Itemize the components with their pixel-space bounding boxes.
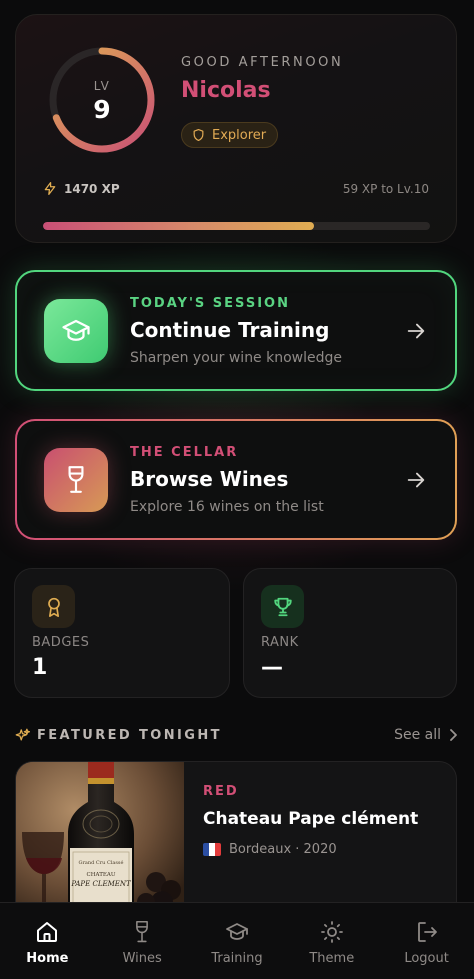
bottle-label-line2: CHATEAU xyxy=(87,872,116,878)
training-title: Continue Training xyxy=(130,318,330,342)
bottle-label-line3: PAPE CLEMENT xyxy=(70,880,132,888)
rank-value: — xyxy=(261,655,283,680)
training-tile xyxy=(44,299,108,363)
badges-label: BADGES xyxy=(32,635,90,650)
cellar-subtitle: Explore 16 wines on the list xyxy=(130,499,324,515)
featured-wine-card[interactable]: Grand Cru Classé CHATEAU PAPE CLEMENT RE… xyxy=(15,761,457,921)
nav-theme-label: Theme xyxy=(309,951,355,966)
badge-icon-wrap xyxy=(32,585,75,628)
xp-to-next-level: 59 XP to Lv.10 xyxy=(342,182,429,196)
rank-badge: Explorer xyxy=(181,122,279,148)
wine-bottle-image: Grand Cru Classé CHATEAU PAPE CLEMENT xyxy=(16,762,184,921)
sun-icon xyxy=(320,921,343,943)
sparkles-icon xyxy=(15,728,30,741)
xp-row: 1470 XP 59 XP to Lv.10 xyxy=(43,181,429,199)
nav-home-label: Home xyxy=(26,951,69,966)
nav-wines[interactable]: Wines xyxy=(95,903,190,979)
see-all-link[interactable]: See all xyxy=(394,727,457,743)
bottle-label-line1: Grand Cru Classé xyxy=(79,859,124,866)
profile-card: LV 9 GOOD AFTERNOON Nicolas Explorer 147… xyxy=(15,14,457,243)
arrow-right-icon xyxy=(407,323,425,339)
award-icon xyxy=(47,597,60,617)
see-all-label: See all xyxy=(394,727,441,743)
featured-header: FEATURED TONIGHT See all xyxy=(15,726,457,746)
wine-type: RED xyxy=(203,784,239,799)
xp-total-label: 1470 XP xyxy=(64,181,120,196)
lightning-icon xyxy=(44,182,56,195)
continue-training-card[interactable]: TODAY'S SESSION Continue Training Sharpe… xyxy=(15,270,457,391)
shield-icon xyxy=(193,128,204,142)
nav-training-label: Training xyxy=(211,951,263,966)
nav-wines-label: Wines xyxy=(122,951,162,966)
level-value: 9 xyxy=(93,95,111,124)
wine-region-year: Bordeaux · 2020 xyxy=(229,842,337,857)
nav-home[interactable]: Home xyxy=(0,903,95,979)
trophy-icon xyxy=(273,597,292,616)
rank-label: RANK xyxy=(261,635,299,650)
featured-title: FEATURED TONIGHT xyxy=(37,728,222,743)
level-label: LV xyxy=(93,79,111,93)
nav-logout[interactable]: Logout xyxy=(379,903,474,979)
cellar-tile xyxy=(44,448,108,512)
browse-wines-card[interactable]: THE CELLAR Browse Wines Explore 16 wines… xyxy=(15,419,457,540)
nav-theme[interactable]: Theme xyxy=(284,903,379,979)
chevron-right-icon xyxy=(450,729,457,741)
nav-logout-label: Logout xyxy=(404,951,449,966)
xp-total: 1470 XP xyxy=(43,181,120,196)
nav-training[interactable]: Training xyxy=(190,903,285,979)
logout-icon xyxy=(417,922,437,942)
level-ring: LV 9 xyxy=(47,45,157,155)
graduation-cap-icon xyxy=(226,923,248,940)
graduation-cap-icon xyxy=(62,319,90,341)
wine-meta: Bordeaux · 2020 xyxy=(203,842,337,857)
bottom-nav: Home Wines Training Theme Logout xyxy=(0,902,474,979)
app-screen: LV 9 GOOD AFTERNOON Nicolas Explorer 147… xyxy=(0,0,474,979)
france-flag-icon xyxy=(203,843,221,856)
badges-stat-card[interactable]: BADGES 1 xyxy=(14,568,230,698)
rank-icon-wrap xyxy=(261,585,304,628)
badges-value: 1 xyxy=(32,655,48,680)
training-subtitle: Sharpen your wine knowledge xyxy=(130,350,343,366)
home-icon xyxy=(37,922,58,942)
greeting-text: GOOD AFTERNOON xyxy=(181,55,344,70)
xp-progress-bar xyxy=(43,222,430,230)
user-name: Nicolas xyxy=(181,78,271,103)
training-eyebrow: TODAY'S SESSION xyxy=(130,296,290,311)
wine-glass-icon xyxy=(136,920,149,943)
wine-name: Chateau Pape clément xyxy=(203,809,419,829)
rank-badge-label: Explorer xyxy=(212,127,267,143)
wine-glass-icon xyxy=(68,466,84,493)
cellar-eyebrow: THE CELLAR xyxy=(130,445,239,460)
cellar-title: Browse Wines xyxy=(130,467,289,491)
xp-progress-fill xyxy=(43,222,314,230)
arrow-right-icon xyxy=(407,472,425,488)
rank-stat-card[interactable]: RANK — xyxy=(243,568,457,698)
